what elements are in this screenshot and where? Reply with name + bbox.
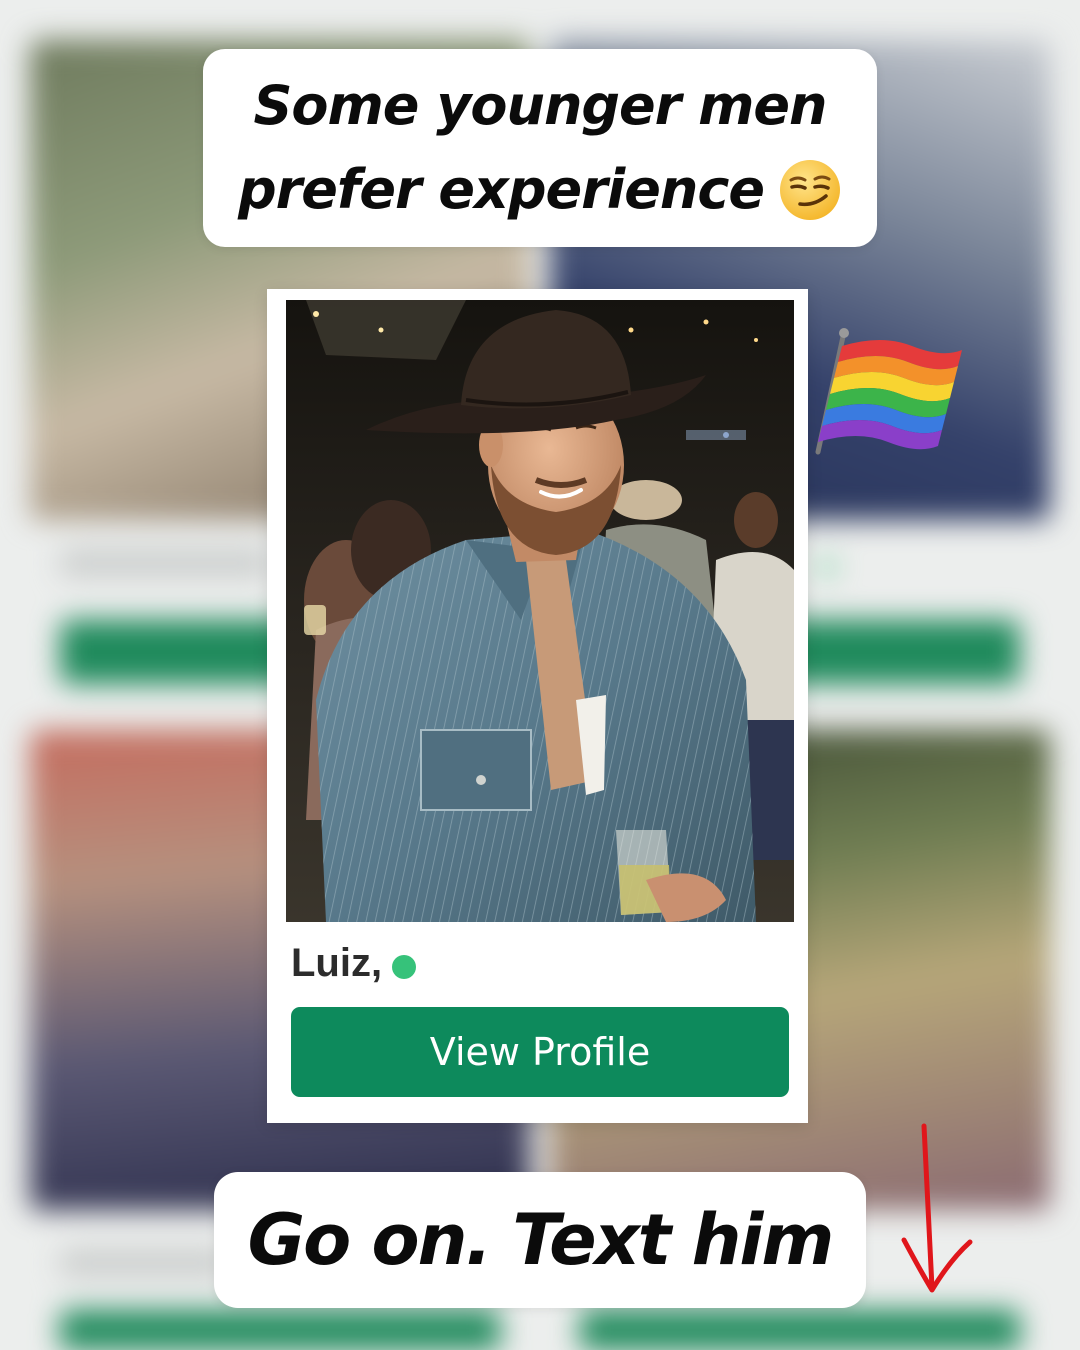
top-caption: Some younger men prefer experience xyxy=(203,49,877,247)
caption-line-2-text: prefer experience xyxy=(237,158,765,221)
smirking-face-icon xyxy=(780,160,841,220)
profile-name: Luiz, xyxy=(291,941,383,985)
profile-photo[interactable] xyxy=(286,300,794,922)
bottom-caption-text: Go on. Text him xyxy=(247,1199,835,1281)
caption-line-1: Some younger men xyxy=(253,74,828,137)
profile-card[interactable]: Luiz, View Profile xyxy=(267,289,808,1123)
view-profile-button[interactable]: View Profile xyxy=(291,1007,789,1097)
online-status-indicator xyxy=(392,954,417,979)
rainbow-pride-flag-icon xyxy=(815,328,962,455)
profile-name-row: Luiz, xyxy=(291,941,417,986)
red-down-arrow-icon xyxy=(901,1123,973,1293)
bottom-caption: Go on. Text him xyxy=(214,1172,866,1308)
caption-line-2: prefer experience xyxy=(238,148,842,232)
